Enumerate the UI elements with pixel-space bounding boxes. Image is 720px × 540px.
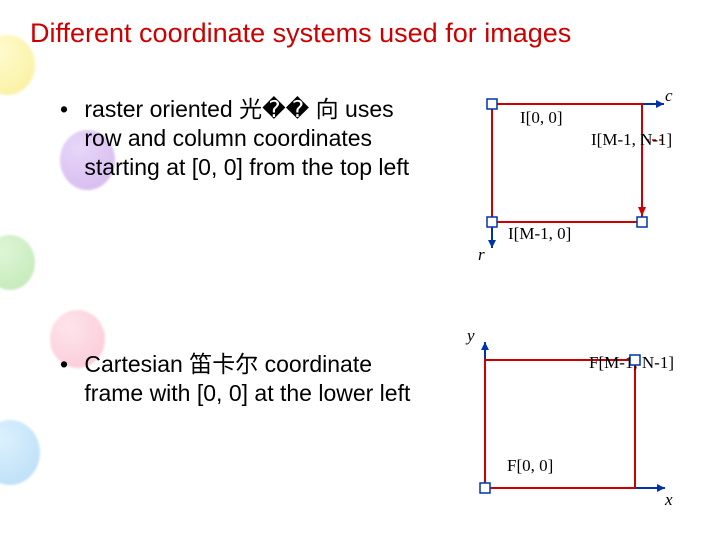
bullet-cartesian-text: Cartesian 笛卡尔 coordinate frame with [0, …	[84, 350, 424, 408]
bullet-dot-icon: •	[60, 350, 78, 379]
raster-axis-r-label: r	[478, 245, 485, 265]
diagram-cartesian: y x F[0, 0] F[M-1, N-1]	[455, 320, 680, 510]
cartesian-label-fm1n1: F[M-1, N-1]	[589, 353, 674, 373]
bullet-raster: • raster oriented 光�� 向 uses row and col…	[60, 95, 424, 181]
slide-body: • raster oriented 光�� 向 uses row and col…	[40, 85, 680, 525]
raster-label-im1n1: I[M-1, N-1]	[591, 130, 672, 150]
diagram-raster: c r I[0, 0] I[M-1, N-1] I[M-1, 0]	[480, 90, 680, 265]
raster-label-i00: I[0, 0]	[520, 108, 562, 128]
cartesian-axis-x-label: x	[665, 490, 673, 510]
raster-label-im10: I[M-1, 0]	[508, 224, 571, 244]
cartesian-axis-y-label: y	[467, 326, 475, 346]
bullet-dot-icon: •	[60, 95, 78, 124]
diagram-cartesian-svg	[455, 320, 680, 510]
bg-balloon-green	[0, 235, 35, 290]
bullet-raster-text: raster oriented 光�� 向 uses row and colum…	[84, 95, 424, 181]
raster-axis-c-label: c	[665, 86, 673, 106]
slide-title: Different coordinate systems used for im…	[30, 18, 690, 49]
cartesian-label-f00: F[0, 0]	[507, 456, 553, 476]
bg-balloon-blue	[0, 420, 40, 485]
bullet-cartesian: • Cartesian 笛卡尔 coordinate frame with [0…	[60, 350, 424, 408]
